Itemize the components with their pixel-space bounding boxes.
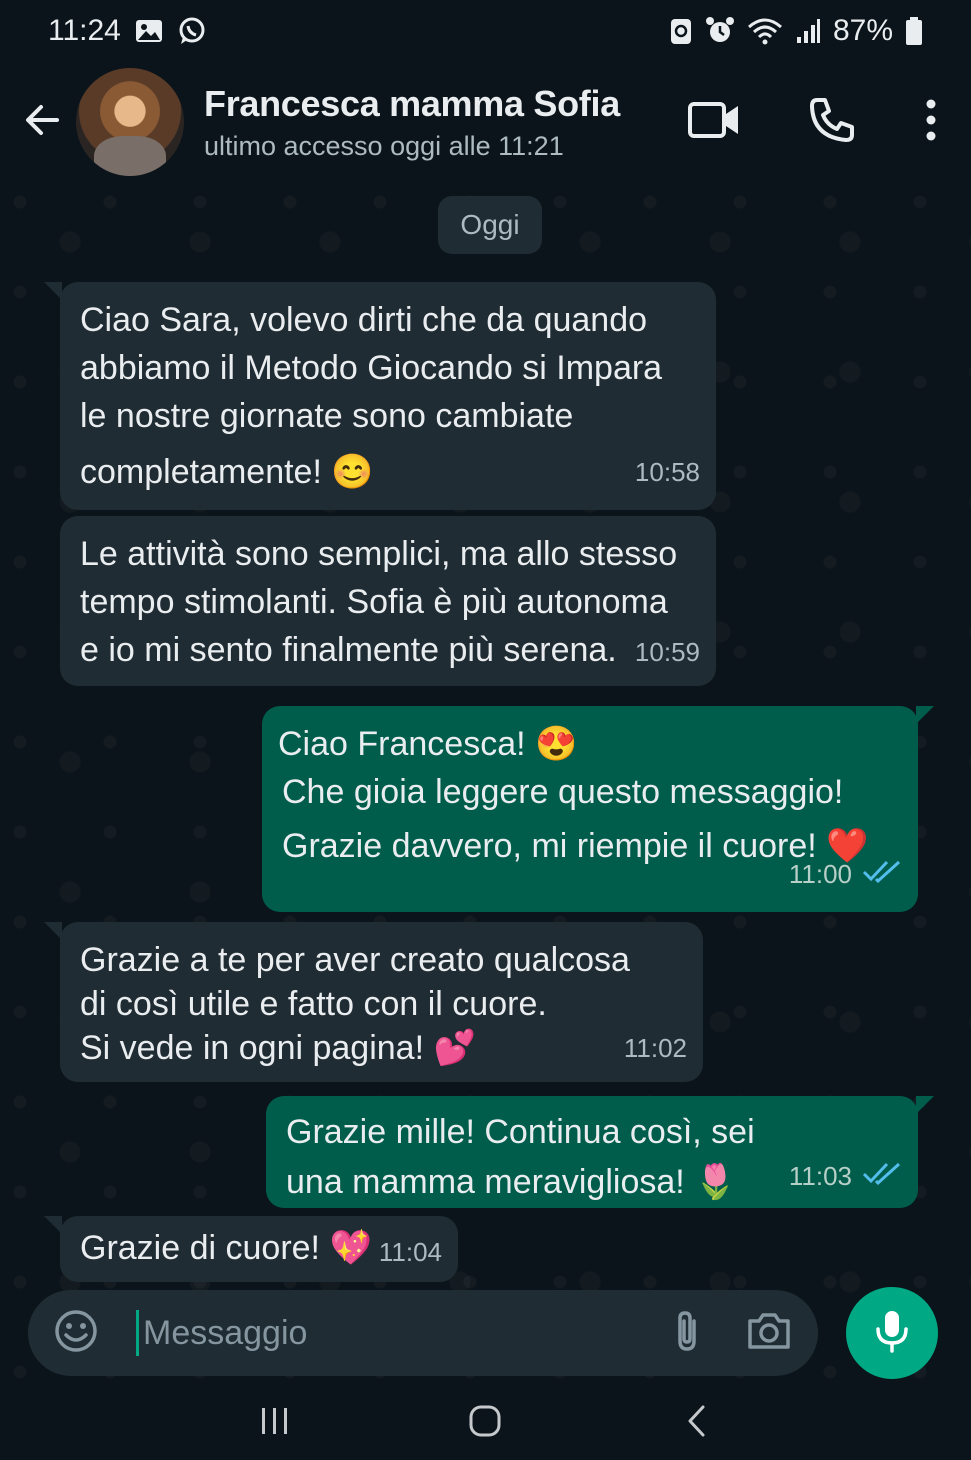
status-left: 11:24	[48, 14, 207, 48]
recents-button[interactable]	[235, 1393, 315, 1453]
message-input[interactable]	[139, 1313, 672, 1353]
back-button[interactable]	[0, 62, 80, 182]
attach-icon	[672, 1310, 702, 1357]
sync-icon	[669, 16, 693, 46]
message-composer	[28, 1290, 818, 1376]
message-time-text: 11:03	[788, 1161, 852, 1191]
composer-actions	[672, 1309, 792, 1358]
camera-button[interactable]	[746, 1311, 792, 1356]
message-text-line: Si vede in ogni pagina! 💕	[80, 1029, 476, 1067]
read-ticks-icon	[862, 850, 902, 898]
camera-icon	[746, 1312, 792, 1355]
more-vert-icon	[925, 99, 937, 146]
avatar[interactable]	[76, 68, 184, 176]
message-text-line: Grazie a te per aver creato qualcosa	[80, 941, 630, 979]
alarm-icon	[705, 16, 735, 46]
message-time: 10:59	[635, 628, 700, 676]
phone-icon	[809, 97, 855, 148]
back-nav-icon	[685, 1404, 707, 1443]
chat-area[interactable]: Oggi Ciao Sara, volevo dirti che da quan…	[0, 182, 971, 1382]
video-call-button[interactable]	[655, 72, 773, 172]
signal-icon	[795, 17, 821, 45]
wifi-icon	[747, 16, 783, 46]
message-time: 10:58	[635, 448, 700, 496]
attach-button[interactable]	[672, 1309, 702, 1358]
message-incoming[interactable]: Grazie a te per aver creato qualcosa di …	[44, 922, 703, 1082]
message-outgoing[interactable]: Ciao Francesca! 😍 Che gioia leggere ques…	[262, 706, 934, 912]
last-seen: ultimo accesso oggi alle 11:21	[204, 130, 564, 161]
message-time-text: 10:58	[634, 457, 700, 487]
status-bar: 11:24 87%	[0, 0, 971, 62]
gallery-icon	[135, 19, 163, 43]
battery-icon	[905, 16, 923, 46]
message-time: 11:04	[379, 1228, 442, 1276]
back-arrow-icon	[25, 103, 59, 142]
message-time: 11:02	[624, 1024, 687, 1072]
message-incoming[interactable]: Le attività sono semplici, ma allo stess…	[60, 516, 716, 686]
message-time: 11:03	[789, 1152, 902, 1200]
message-incoming[interactable]: Ciao Sara, volevo dirti che da quando ab…	[44, 282, 716, 510]
read-ticks-icon	[862, 1152, 902, 1200]
emoji-icon	[54, 1309, 98, 1358]
message-time: 11:00	[789, 850, 902, 898]
message-text-line: tempo stimolanti. Sofia è più autonoma	[80, 583, 668, 621]
battery-percentage: 87%	[832, 14, 893, 47]
message-text-line: Ciao Sara, volevo dirti che da quando	[80, 301, 648, 339]
system-nav-bar	[0, 1386, 971, 1460]
more-options-button[interactable]	[891, 72, 971, 172]
home-button[interactable]	[445, 1393, 525, 1453]
message-text-line: le nostre giornate sono cambiate	[80, 397, 574, 435]
message-text-line: Grazie mille! Continua così, sei	[286, 1113, 755, 1151]
video-call-icon	[688, 100, 740, 145]
back-nav-button[interactable]	[656, 1393, 736, 1453]
mic-icon	[874, 1309, 910, 1358]
status-time: 11:24	[48, 14, 121, 47]
contact-info[interactable]: Francesca mamma Sofia ultimo accesso ogg…	[204, 83, 620, 162]
call-button[interactable]	[773, 72, 891, 172]
message-text-line: abbiamo il Metodo Giocando si Impara	[80, 349, 663, 387]
message-incoming[interactable]: Grazie di cuore! 💖 11:04	[44, 1216, 458, 1282]
home-icon	[468, 1404, 502, 1443]
message-time-text: 10:59	[634, 637, 700, 667]
message-time-text: 11:04	[378, 1237, 442, 1267]
message-text-line: di così utile e fatto con il cuore.	[80, 985, 547, 1023]
emoji-button[interactable]	[46, 1303, 106, 1363]
message-text-line: Che gioia leggere questo messaggio!	[282, 773, 844, 811]
message-text-line: Ciao Francesca! 😍	[278, 725, 578, 763]
message-time-text: 11:00	[788, 859, 852, 889]
voice-message-button[interactable]	[846, 1287, 938, 1379]
message-text-line: completamente! 😊	[80, 453, 374, 491]
message-text-line: e io mi sento finalmente più serena.	[80, 631, 617, 669]
date-chip: Oggi	[438, 196, 542, 254]
header-actions	[655, 72, 971, 172]
message-outgoing[interactable]: Grazie mille! Continua così, sei una mam…	[266, 1096, 934, 1208]
status-right: 87%	[669, 14, 923, 48]
whatsapp-icon	[177, 16, 207, 46]
contact-name: Francesca mamma Sofia	[204, 82, 620, 124]
message-time-text: 11:02	[623, 1033, 687, 1063]
chat-header: Francesca mamma Sofia ultimo accesso ogg…	[0, 62, 971, 182]
message-text-line: Le attività sono semplici, ma allo stess…	[80, 535, 678, 573]
recents-icon	[259, 1406, 291, 1441]
